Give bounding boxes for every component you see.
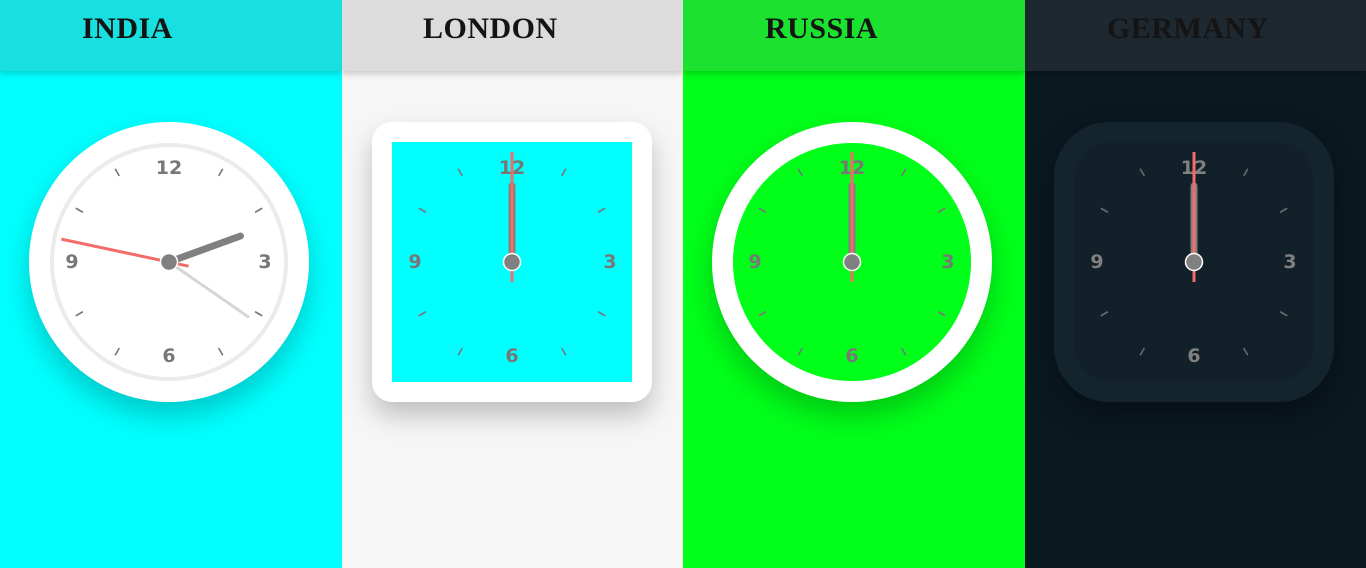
london-number-9: 9 [408,251,421,273]
germany-number-6: 6 [1187,345,1200,367]
russia-header: RUSSIA [683,0,1025,71]
india-number-3: 3 [258,251,271,273]
london-panel: LONDON 12369 [342,0,683,568]
russia-number-9: 9 [748,251,761,273]
germany-clock: 12369 [1054,122,1334,402]
london-number-3: 3 [603,251,616,273]
india-clock-face: 12 3 6 9 [50,143,288,381]
germany-number-9: 9 [1090,251,1103,273]
london-title: LONDON [423,12,558,45]
germany-title: GERMANY [1107,12,1269,45]
germany-clock-face: 12369 [1074,142,1314,382]
russia-clock: 12369 [712,122,992,402]
germany-panel: GERMANY 12369 [1025,0,1366,568]
russia-clock-face: 12369 [733,143,971,381]
russia-center-pin [842,252,862,272]
world-clocks: INDIA 12 3 6 9 LONDON 12 3 6 9 RUSSIA [0,0,1366,568]
russia-number-6: 6 [845,345,858,367]
london-clock-face: 12369 [392,142,632,382]
india-clock: 12 3 6 9 [29,122,309,402]
india-number-12: 12 [156,157,182,179]
india-number-9: 9 [65,251,78,273]
london-number-6: 6 [505,345,518,367]
germany-number-3: 3 [1283,251,1296,273]
germany-center-pin [1184,252,1204,272]
london-header: LONDON [342,0,683,71]
russia-panel: RUSSIA 12369 [683,0,1025,568]
russia-title: RUSSIA [765,12,879,45]
london-clock: 12369 [372,122,652,402]
india-number-6: 6 [162,345,175,367]
russia-number-3: 3 [941,251,954,273]
germany-header: GERMANY [1025,0,1366,71]
india-center-pin [159,252,179,272]
india-panel: INDIA 12 3 6 9 [0,0,342,568]
india-header: INDIA [0,0,342,71]
india-title: INDIA [82,12,173,45]
london-center-pin [502,252,522,272]
